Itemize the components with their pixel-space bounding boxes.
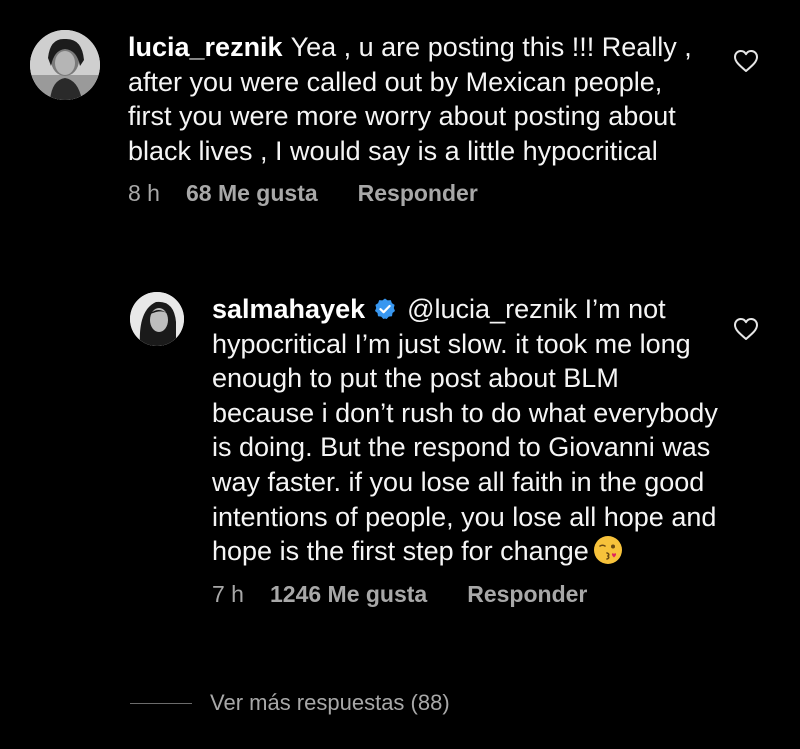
divider-line — [130, 702, 192, 704]
likes-count[interactable]: 68 Me gusta — [186, 180, 318, 207]
mention-link[interactable]: @lucia_reznik — [407, 294, 577, 324]
reply-button[interactable]: Responder — [467, 581, 587, 608]
reply-button[interactable]: Responder — [358, 180, 478, 207]
timestamp: 7 h — [212, 580, 244, 607]
timestamp: 8 h — [128, 180, 160, 207]
likes-count[interactable]: 1246 Me gusta — [270, 581, 427, 608]
comment-meta: 7 h 1246 Me gusta Responder — [212, 581, 722, 608]
avatar[interactable] — [30, 30, 100, 100]
comment-text: salmahayek @lucia_reznik I’m not hypocrit… — [212, 292, 722, 569]
comment-lucia-reznik: lucia_reznik Yea , u are posting this !!!… — [30, 30, 730, 207]
comment-body: I’m not hypocritical I’m just slow. it t… — [212, 294, 718, 567]
comment-text: lucia_reznik Yea , u are posting this !!!… — [128, 30, 708, 168]
verified-badge-icon — [373, 295, 397, 319]
kissing-emoji-icon — [593, 535, 623, 565]
heart-outline-icon[interactable] — [733, 317, 759, 341]
avatar-image — [130, 292, 184, 346]
view-more-replies-button[interactable]: Ver más respuestas (88) — [130, 690, 450, 716]
comments-thread: lucia_reznik Yea , u are posting this !!!… — [0, 0, 800, 749]
comment-salmahayek: salmahayek @lucia_reznik I’m not hypocrit… — [130, 292, 730, 608]
username[interactable]: lucia_reznik — [128, 32, 283, 62]
view-more-replies-label: Ver más respuestas (88) — [210, 690, 450, 715]
heart-outline-icon[interactable] — [733, 49, 759, 73]
username[interactable]: salmahayek — [212, 294, 365, 324]
comment-meta: 8 h 68 Me gusta Responder — [128, 180, 708, 207]
avatar-image — [30, 30, 100, 100]
avatar[interactable] — [130, 292, 184, 346]
